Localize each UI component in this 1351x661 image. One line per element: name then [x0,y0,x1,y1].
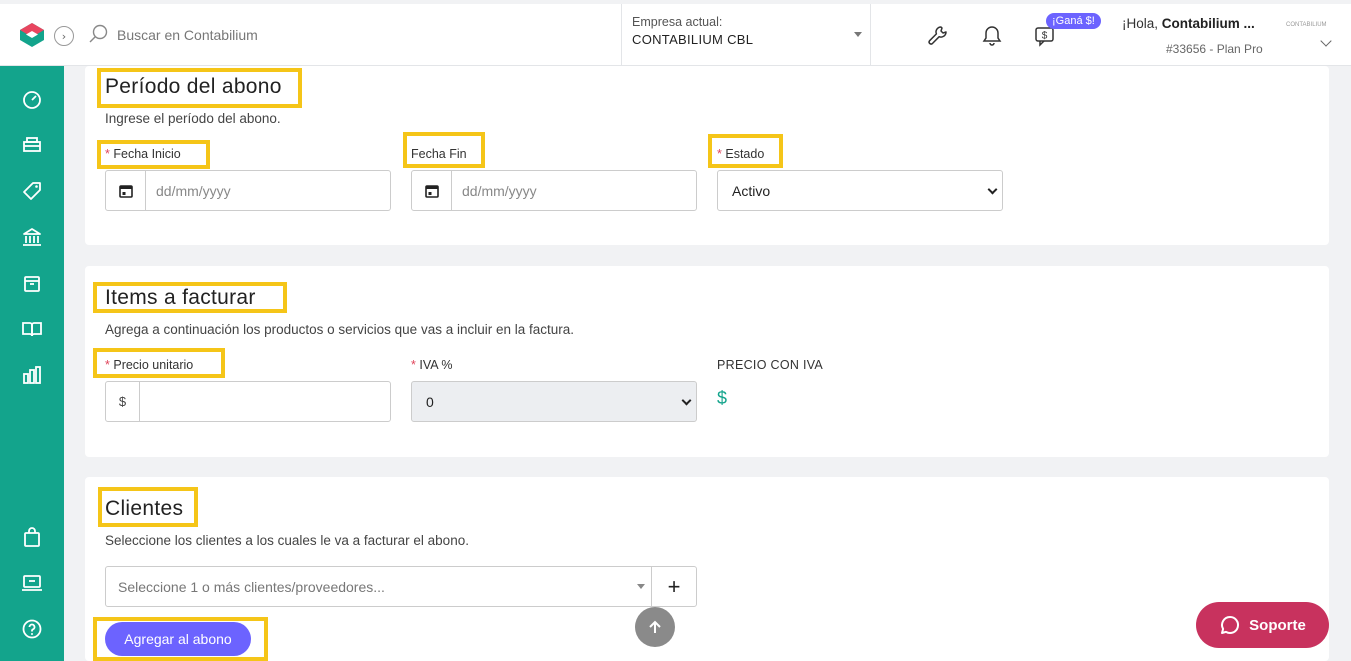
precio-unitario-field[interactable]: $ [105,381,391,422]
period-title: Período del abono [105,75,282,98]
items-title: Items a facturar [105,286,256,309]
search-input[interactable] [110,18,590,52]
iva-value: 0 [426,393,434,410]
greeting-prefix: ¡Hola, [1122,16,1159,31]
items-subtitle: Agrega a continuación los productos o se… [105,322,575,337]
company-selector[interactable]: Empresa actual: CONTABILIUM CBL [621,4,871,66]
fecha-fin-field[interactable] [411,170,697,211]
user-plan: #33656 - Plan Pro [1166,42,1263,56]
chevron-down-icon[interactable] [1320,35,1332,47]
search-icon [89,24,108,43]
help-icon[interactable] [21,618,43,640]
caret-down-icon [637,584,645,589]
inventory-icon[interactable] [21,272,43,294]
sidebar-toggle-button[interactable]: › [54,26,74,46]
user-greeting[interactable]: ¡Hola, Contabilium ... [1122,16,1255,31]
currency-symbol: $ [106,382,140,421]
caret-down-icon [854,32,862,37]
estado-label: * Estado [717,147,765,161]
scroll-to-top-button[interactable] [635,607,675,647]
agregar-al-abono-button[interactable]: Agregar al abono [105,622,251,656]
arrow-up-icon [649,620,661,633]
chevron-down-icon [681,395,692,406]
precio-unitario-input[interactable] [140,382,390,421]
company-label: Empresa actual: [632,15,723,29]
clients-title: Clientes [105,497,184,520]
promo-badge[interactable]: ¡Ganá $! [1046,13,1101,29]
calendar-icon[interactable] [106,171,146,210]
top-bar: › Empresa actual: CONTABILIUM CBL $ ¡Gan… [0,4,1351,66]
estado-value: Activo [732,182,771,199]
clients-select-placeholder: Seleccione 1 o más clientes/proveedores.… [118,578,385,595]
support-button[interactable]: Soporte [1196,602,1329,648]
bell-icon[interactable] [980,24,1004,48]
calendar-icon[interactable] [412,171,452,210]
book-icon[interactable] [21,318,43,340]
fecha-inicio-label: * Fecha Inicio [105,147,181,161]
fecha-inicio-field[interactable] [105,170,391,211]
chevron-down-icon [987,184,998,195]
precio-con-iva-label: PRECIO CON IVA [717,358,824,372]
reports-icon[interactable] [21,364,43,386]
period-subtitle: Ingrese el período del abono. [105,111,281,126]
user-name: Contabilium ... [1161,16,1255,31]
iva-select[interactable]: 0 [411,381,697,422]
precio-con-iva-value: $ [717,388,728,408]
clients-select[interactable]: Seleccione 1 o más clientes/proveedores.… [105,566,652,607]
svg-text:$: $ [1042,31,1048,42]
fecha-fin-label: Fecha Fin [411,147,467,161]
chat-bubble-icon [1221,615,1240,634]
fecha-inicio-input[interactable] [146,171,390,210]
shopping-bag-icon[interactable] [21,526,43,548]
estado-select[interactable]: Activo [717,170,1003,211]
fecha-fin-input[interactable] [452,171,696,210]
clients-subtitle: Seleccione los clientes a los cuales le … [105,533,469,548]
add-client-button[interactable]: + [651,566,697,607]
sales-icon[interactable] [21,134,43,156]
dashboard-icon[interactable] [21,88,43,110]
precio-unitario-label: * Precio unitario [105,358,194,372]
company-mini-logo: CONTABILIUM [1286,22,1327,28]
pos-icon[interactable] [21,572,43,594]
wrench-icon[interactable] [926,24,950,48]
bank-icon[interactable] [21,226,43,248]
support-label: Soporte [1249,616,1306,634]
iva-label: * IVA % [411,358,453,372]
sidebar [0,66,64,661]
tag-icon[interactable] [21,180,43,202]
contabilium-logo[interactable] [18,21,46,49]
company-value: CONTABILIUM CBL [632,32,754,47]
